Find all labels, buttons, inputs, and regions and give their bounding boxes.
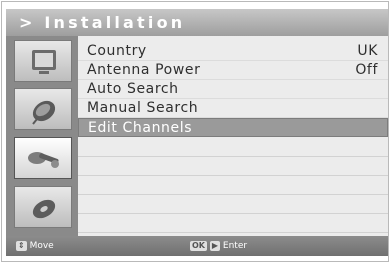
ok-key: OK bbox=[190, 241, 207, 251]
tv-menu-frame: > Installation Country UK Antenna Power … bbox=[1, 1, 389, 262]
tv-icon bbox=[32, 50, 56, 74]
menu-item-label: Auto Search bbox=[87, 81, 179, 97]
menu-item-label: Edit Channels bbox=[88, 120, 193, 136]
sidebar-item-channels[interactable] bbox=[14, 88, 72, 130]
menu-title: > Installation bbox=[19, 13, 186, 32]
menu-header: > Installation bbox=[6, 9, 388, 36]
menu-item-label: Country bbox=[87, 43, 147, 59]
menu-item-edit-channels[interactable]: Edit Channels bbox=[78, 118, 388, 137]
sidebar-item-picture[interactable] bbox=[14, 40, 72, 82]
menu-item-manual-search[interactable]: Manual Search bbox=[78, 99, 388, 118]
sidebar-item-settings[interactable] bbox=[14, 186, 72, 228]
empty-row bbox=[78, 138, 388, 157]
help-bar: ⇕ Move OK ▶ Enter bbox=[6, 236, 388, 256]
sidebar-item-installation[interactable] bbox=[14, 137, 72, 179]
arrow-right-key-icon: ▶ bbox=[209, 241, 221, 251]
disc-icon bbox=[32, 199, 56, 219]
empty-row bbox=[78, 176, 388, 195]
enter-hint: OK ▶ Enter bbox=[190, 239, 247, 253]
menu-item-label: Manual Search bbox=[87, 100, 199, 116]
menu-item-auto-search[interactable]: Auto Search bbox=[78, 80, 388, 99]
menu-item-antenna-power[interactable]: Antenna Power Off bbox=[78, 61, 388, 80]
empty-row bbox=[78, 157, 388, 176]
move-label: Move bbox=[29, 241, 54, 251]
menu-item-label: Antenna Power bbox=[87, 62, 201, 78]
menu-item-value: Off bbox=[355, 62, 378, 78]
menu-item-value: UK bbox=[357, 43, 378, 59]
enter-label: Enter bbox=[222, 241, 248, 251]
menu-item-country[interactable]: Country UK bbox=[78, 42, 388, 61]
tools-icon bbox=[28, 152, 59, 168]
category-sidebar bbox=[6, 36, 78, 236]
up-down-key-icon: ⇕ bbox=[16, 241, 27, 251]
move-hint: ⇕ Move bbox=[16, 239, 54, 253]
menu-list: Country UK Antenna Power Off Auto Search… bbox=[78, 36, 388, 236]
empty-row bbox=[78, 214, 388, 233]
empty-row bbox=[78, 195, 388, 214]
satellite-dish-icon bbox=[32, 100, 56, 125]
